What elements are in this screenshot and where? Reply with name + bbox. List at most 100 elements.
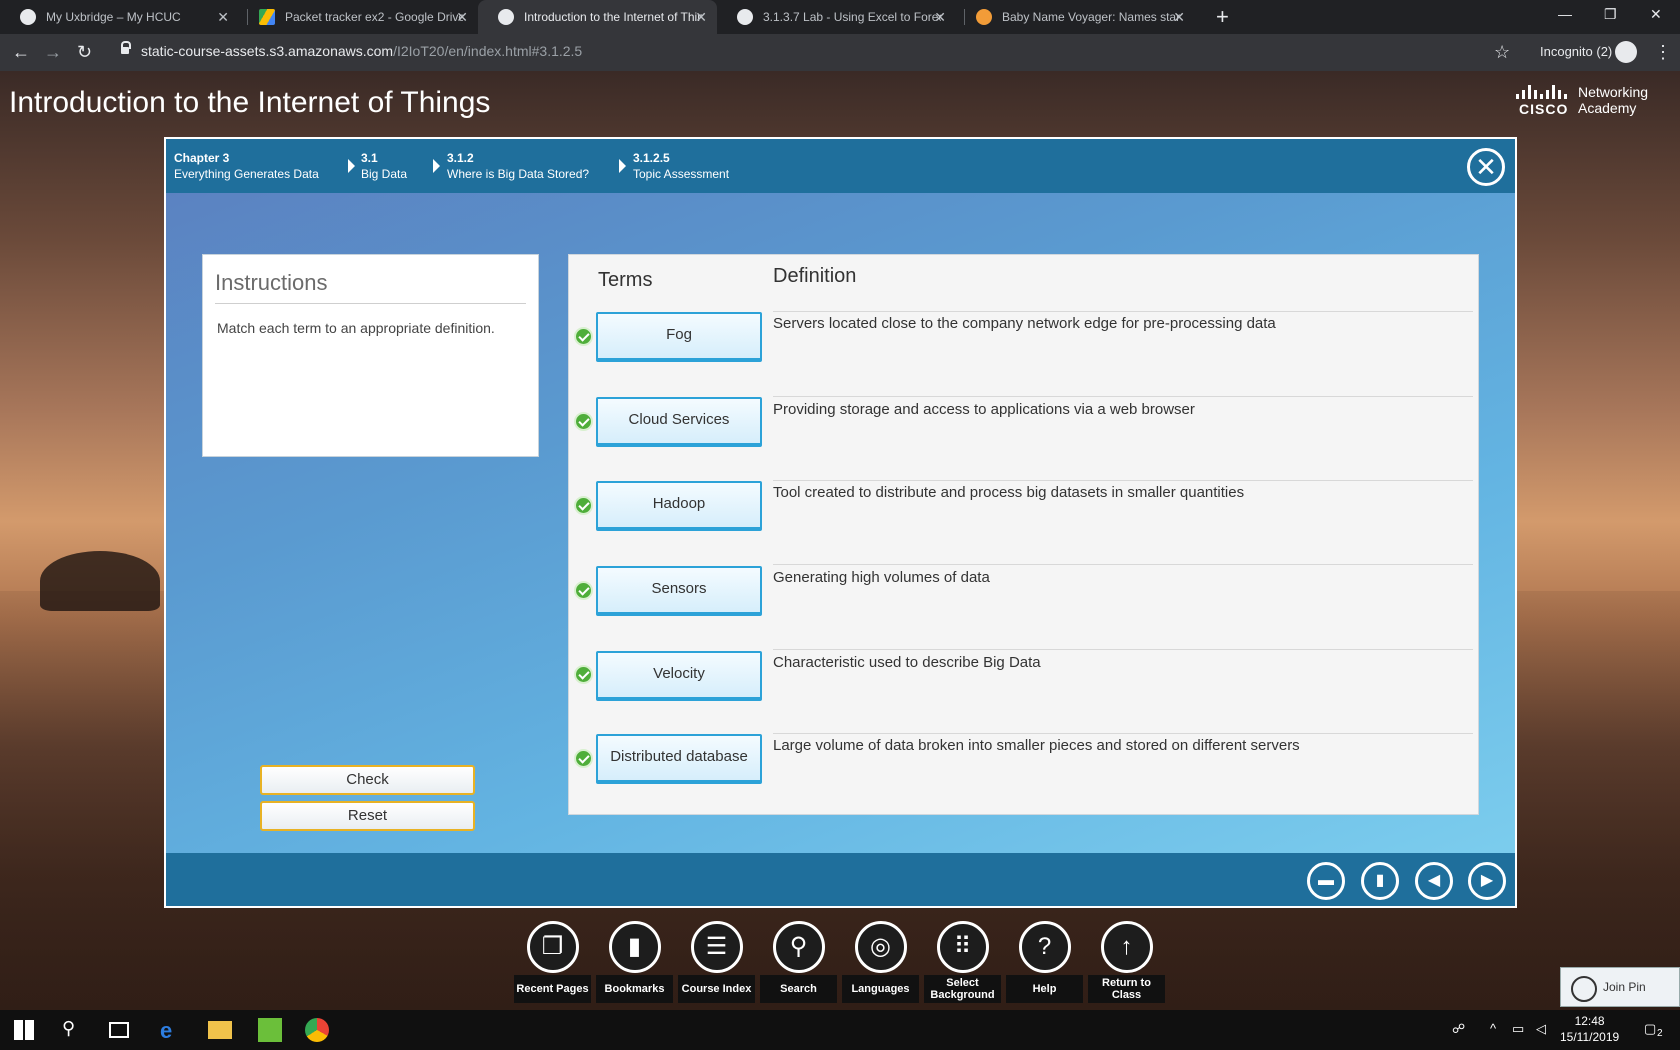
term-fog[interactable]: Fog bbox=[596, 312, 762, 362]
correct-check-icon bbox=[574, 581, 593, 600]
bookmark-star-icon[interactable]: ☆ bbox=[1494, 42, 1510, 63]
close-window-icon[interactable]: ✕ bbox=[1650, 6, 1662, 23]
breadcrumb-arrow-icon bbox=[619, 159, 626, 173]
baby-name-icon bbox=[976, 9, 992, 25]
dock-label: Course Index bbox=[678, 975, 755, 1003]
incognito-icon[interactable] bbox=[1615, 41, 1637, 63]
dock-label: Recent Pages bbox=[514, 975, 591, 1003]
list-icon: ☰ bbox=[690, 921, 743, 973]
dock-label: Return to Class bbox=[1088, 975, 1165, 1003]
bookmark-page-icon[interactable]: ▮ bbox=[1361, 862, 1399, 900]
dock-label: Search bbox=[760, 975, 837, 1003]
correct-check-icon bbox=[574, 749, 593, 768]
dock-course-index[interactable]: ☰ Course Index bbox=[678, 921, 755, 1003]
close-tab-icon[interactable]: ✕ bbox=[934, 9, 946, 25]
browser-menu-icon[interactable]: ⋮ bbox=[1654, 42, 1672, 63]
file-explorer-icon[interactable] bbox=[208, 1021, 232, 1039]
minimize-icon[interactable]: — bbox=[1558, 6, 1572, 22]
back-icon[interactable]: ← bbox=[12, 41, 30, 63]
chrome-icon[interactable] bbox=[305, 1018, 329, 1042]
breadcrumb-number: 3.1.2 bbox=[447, 151, 474, 165]
term-velocity[interactable]: Velocity bbox=[596, 651, 762, 701]
windows-start-icon[interactable] bbox=[14, 1020, 34, 1040]
row-divider bbox=[773, 396, 1473, 397]
reload-icon[interactable]: ↻ bbox=[77, 41, 92, 63]
close-tab-icon[interactable]: ✕ bbox=[1173, 9, 1185, 25]
dock-bookmarks[interactable]: ▮ Bookmarks bbox=[596, 921, 673, 1003]
forward-icon[interactable]: → bbox=[44, 41, 62, 63]
course-content-frame: Chapter 3 Everything Generates Data 3.1 … bbox=[164, 137, 1517, 908]
browser-tab-active[interactable]: Introduction to the Internet of Things ✕ bbox=[478, 0, 717, 34]
term-distributed-database[interactable]: Distributed database bbox=[596, 734, 762, 784]
breadcrumb-title: Big Data bbox=[361, 167, 408, 181]
cisco-networking-academy-logo: CISCO Networking Academy bbox=[1516, 83, 1666, 119]
breadcrumb-title: Everything Generates Data bbox=[174, 167, 319, 181]
app-icon[interactable] bbox=[258, 1018, 282, 1042]
notification-icon[interactable]: ▢ bbox=[1644, 1021, 1656, 1037]
volume-icon[interactable]: ◁ bbox=[1536, 1021, 1546, 1037]
feedback-icon[interactable]: ▬ bbox=[1307, 862, 1345, 900]
up-arrow-icon: ↑ bbox=[1100, 921, 1153, 973]
instructions-text: Match each term to an appropriate defini… bbox=[217, 320, 495, 336]
term-cloud-services[interactable]: Cloud Services bbox=[596, 397, 762, 447]
dock-return-to-class[interactable]: ↑ Return to Class bbox=[1088, 921, 1165, 1003]
dock-select-background[interactable]: ⠿ Select Background bbox=[924, 921, 1001, 1003]
previous-page-icon[interactable]: ◀ bbox=[1415, 862, 1453, 900]
browser-tab[interactable]: Packet tracker ex2 - Google Drive ✕ bbox=[239, 0, 478, 34]
breadcrumb-item[interactable]: 3.1.2 Where is Big Data Stored? bbox=[447, 150, 589, 182]
row-divider bbox=[773, 733, 1473, 734]
term-hadoop[interactable]: Hadoop bbox=[596, 481, 762, 531]
close-tab-icon[interactable]: ✕ bbox=[217, 9, 229, 25]
check-button[interactable]: Check bbox=[260, 765, 475, 795]
edge-icon[interactable]: e bbox=[160, 1018, 184, 1043]
clock-date: 15/11/2019 bbox=[1560, 1030, 1620, 1044]
restore-icon[interactable]: ❐ bbox=[1604, 6, 1617, 23]
windows-taskbar: ⚲ e ☍ ^ ▭ ◁ 12:48 15/11/2019 ▢ 2 bbox=[0, 1010, 1680, 1050]
breadcrumb-title: Topic Assessment bbox=[633, 167, 730, 181]
dock-recent-pages[interactable]: ❐ Recent Pages bbox=[514, 921, 591, 1003]
dock-languages[interactable]: ◎ Languages bbox=[842, 921, 919, 1003]
definition-text: Generating high volumes of data bbox=[773, 569, 990, 586]
join-pin-group-button[interactable]: Join Pin Group bbox=[1560, 967, 1680, 1032]
breadcrumb-title: Where is Big Data Stored? bbox=[447, 167, 590, 181]
dock-help[interactable]: ? Help bbox=[1006, 921, 1083, 1003]
people-icon[interactable]: ☍ bbox=[1452, 1021, 1465, 1037]
notification-count: 2 bbox=[1657, 1028, 1663, 1039]
breadcrumb-item[interactable]: Chapter 3 Everything Generates Data bbox=[174, 150, 319, 182]
definition-header: Definition bbox=[773, 265, 857, 287]
browser-tab[interactable]: My Uxbridge – My HCUC ✕ bbox=[0, 0, 239, 34]
term-sensors[interactable]: Sensors bbox=[596, 566, 762, 616]
task-view-icon[interactable] bbox=[109, 1022, 129, 1038]
globe-icon: ◎ bbox=[854, 921, 907, 973]
breadcrumb-arrow-icon bbox=[348, 159, 355, 173]
instructions-panel: Instructions Match each term to an appro… bbox=[202, 254, 539, 457]
reset-button[interactable]: Reset bbox=[260, 801, 475, 831]
tree-silhouette bbox=[40, 551, 160, 611]
breadcrumb-item[interactable]: 3.1 Big Data bbox=[361, 150, 407, 182]
chevron-up-icon[interactable]: ^ bbox=[1490, 1021, 1496, 1036]
search-icon[interactable]: ⚲ bbox=[62, 1018, 86, 1042]
browser-tab[interactable]: Baby Name Voyager: Names start ✕ bbox=[956, 0, 1195, 34]
close-course-icon[interactable]: ✕ bbox=[1467, 148, 1505, 186]
networking-academy-text: Networking Academy bbox=[1578, 84, 1648, 116]
address-bar[interactable]: static-course-assets.s3.amazonaws.com/I2… bbox=[141, 43, 582, 59]
close-tab-icon[interactable]: ✕ bbox=[695, 9, 707, 25]
breadcrumb-number: 3.1.2.5 bbox=[633, 151, 670, 165]
incognito-label[interactable]: Incognito (2) bbox=[1540, 44, 1612, 59]
taskbar-clock[interactable]: 12:48 15/11/2019 bbox=[1560, 1013, 1619, 1045]
tab-title: 3.1.3.7 Lab - Using Excel to Forecast bbox=[763, 10, 941, 24]
definition-text: Servers located close to the company net… bbox=[773, 315, 1276, 332]
grid-icon: ⠿ bbox=[936, 921, 989, 973]
browser-tab[interactable]: 3.1.3.7 Lab - Using Excel to Forecast ✕ bbox=[717, 0, 956, 34]
close-tab-icon[interactable]: ✕ bbox=[456, 9, 468, 25]
definition-text: Providing storage and access to applicat… bbox=[773, 401, 1195, 418]
network-icon[interactable]: ▭ bbox=[1512, 1021, 1524, 1037]
pages-icon: ❐ bbox=[526, 921, 579, 973]
logo-line-1: Networking bbox=[1578, 84, 1649, 100]
dock-search[interactable]: ⚲ Search bbox=[760, 921, 837, 1003]
tab-title: Packet tracker ex2 - Google Drive bbox=[285, 10, 463, 24]
next-page-icon[interactable]: ▶ bbox=[1468, 862, 1506, 900]
dock-label: Languages bbox=[842, 975, 919, 1003]
row-divider bbox=[773, 311, 1473, 312]
new-tab-icon[interactable]: + bbox=[1216, 5, 1229, 29]
